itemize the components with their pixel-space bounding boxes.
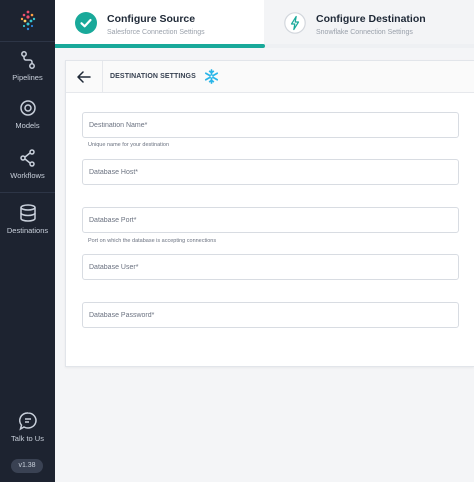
database-password-input[interactable] — [83, 303, 458, 327]
step-configure-source[interactable]: Configure Source Salesforce Connection S… — [55, 0, 264, 44]
sidebar-item-destinations[interactable]: Destinations — [0, 203, 55, 235]
database-user-field[interactable] — [82, 254, 459, 280]
destination-name-input[interactable] — [83, 113, 458, 137]
database-password-field[interactable] — [82, 302, 459, 328]
destination-name-field[interactable] — [82, 112, 459, 138]
sidebar-item-label: Pipelines — [12, 73, 43, 82]
version-badge: v1.38 — [11, 459, 43, 473]
sidebar-divider — [0, 41, 55, 42]
chat-icon — [18, 412, 37, 431]
lightning-icon — [284, 12, 306, 34]
talk-to-us-button[interactable]: Talk to Us — [0, 411, 55, 443]
database-port-help: Port on which the database is accepting … — [88, 238, 217, 244]
sidebar-item-pipelines[interactable]: Pipelines — [0, 50, 55, 82]
arrow-left-icon — [77, 71, 91, 83]
app-logo[interactable] — [14, 6, 42, 34]
models-icon — [19, 100, 36, 116]
database-host-input[interactable] — [83, 160, 458, 184]
sidebar-item-label: Workflows — [10, 171, 45, 180]
destinations-icon — [19, 204, 36, 222]
sidebar: Pipelines Models Workflows Destinations … — [0, 0, 55, 482]
back-button[interactable] — [66, 61, 103, 93]
destination-name-help: Unique name for your destination — [88, 142, 170, 148]
database-host-field[interactable] — [82, 159, 459, 185]
sidebar-divider — [0, 192, 55, 193]
step-configure-destination[interactable]: Configure Destination Snowflake Connecti… — [264, 0, 474, 44]
step-title: Configure Destination — [316, 13, 426, 25]
pipelines-icon — [20, 51, 35, 69]
card-title: DESTINATION SETTINGS — [110, 73, 196, 80]
step-title: Configure Source — [107, 13, 196, 25]
step-subtitle: Snowflake Connection Settings — [316, 29, 413, 36]
sidebar-item-workflows[interactable]: Workflows — [0, 148, 55, 180]
sidebar-item-models[interactable]: Models — [0, 98, 55, 130]
wizard-steps: Configure Source Salesforce Connection S… — [55, 0, 474, 48]
talk-to-us-label: Talk to Us — [11, 434, 44, 443]
step-subtitle: Salesforce Connection Settings — [107, 29, 205, 36]
card-header: DESTINATION SETTINGS — [66, 61, 474, 93]
database-port-input[interactable] — [83, 208, 458, 232]
snowflake-icon — [204, 69, 219, 84]
sidebar-item-label: Models — [15, 121, 40, 130]
sidebar-item-label: Destinations — [6, 226, 49, 235]
destination-settings-card: DESTINATION SETTINGS Unique name for you… — [65, 60, 474, 367]
database-user-input[interactable] — [83, 255, 458, 279]
check-circle-icon — [75, 12, 97, 34]
workflows-icon — [19, 149, 35, 167]
database-port-field[interactable] — [82, 207, 459, 233]
